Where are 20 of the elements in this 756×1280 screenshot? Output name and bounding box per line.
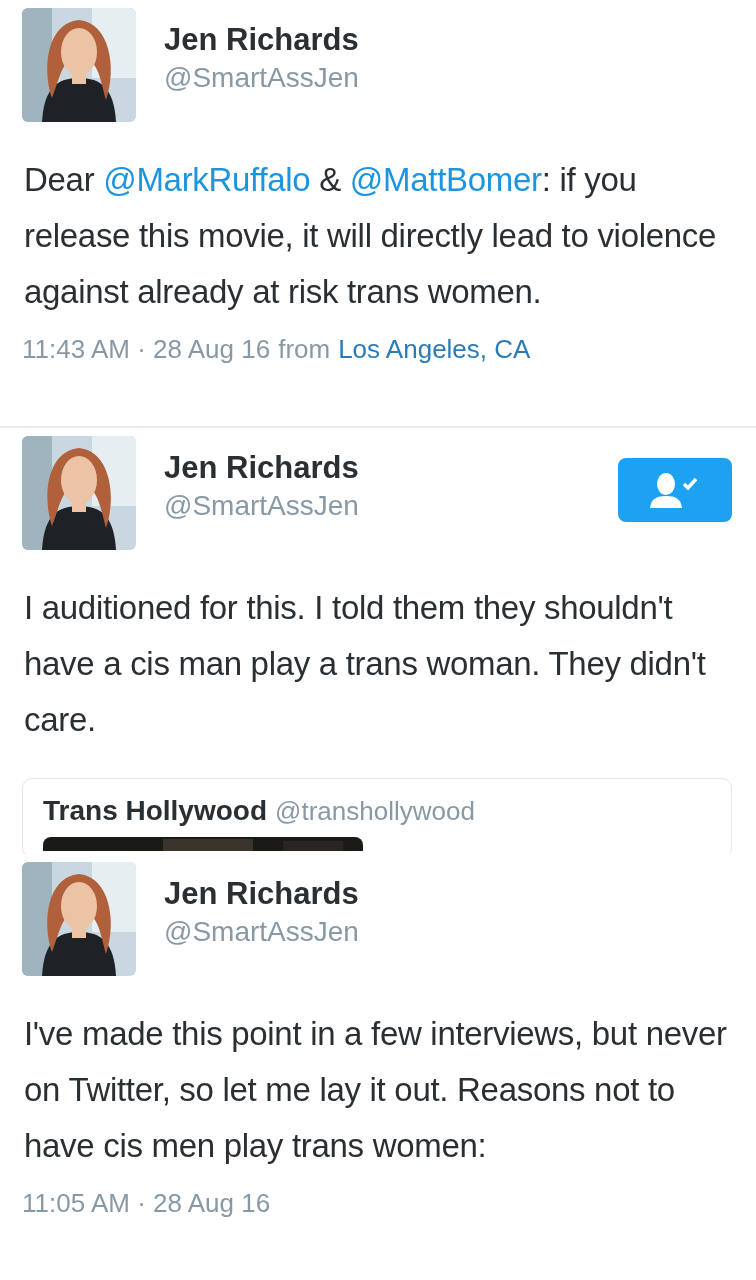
quoted-tweet-card[interactable]: Trans Hollywood @transhollywood (22, 778, 732, 854)
mention-link[interactable]: @MarkRuffalo (103, 161, 311, 198)
mention-link[interactable]: @MattBomer (349, 161, 542, 198)
user-name: Jen Richards (164, 876, 359, 912)
location-link[interactable]: Los Angeles, CA (338, 334, 531, 365)
user-name: Jen Richards (164, 450, 359, 486)
user-handle: @SmartAssJen (164, 916, 359, 948)
follow-button[interactable] (618, 458, 732, 522)
tweet-text: Dear @MarkRuffalo & @MattBomer: if you release this movie, it will directly lead to violence against already at risk trans women. (24, 160, 718, 312)
tweet-timestamp: 11:05 AM · 28 Aug 16 (22, 1188, 271, 1219)
tweet-timestamp: 11:43 AM · 28 Aug 16 (22, 334, 271, 365)
quoted-user-handle: @transhollywood (275, 796, 475, 827)
source-label: from (278, 334, 331, 365)
quoted-user-name: Trans Hollywood (43, 795, 268, 827)
user-handle: @SmartAssJen (164, 490, 359, 522)
tweet-text: I've made this point in a few interviews, but never on Twitter, so let me lay it out. Reasons not to have cis men play trans women: (24, 1014, 728, 1166)
user-handle: @SmartAssJen (164, 62, 359, 94)
user-name: Jen Richards (164, 22, 359, 58)
person-check-icon (650, 472, 700, 508)
tweet-text: I auditioned for this. I told them they shouldn't have a cis man play a trans woman. They didn't care. (24, 588, 707, 740)
